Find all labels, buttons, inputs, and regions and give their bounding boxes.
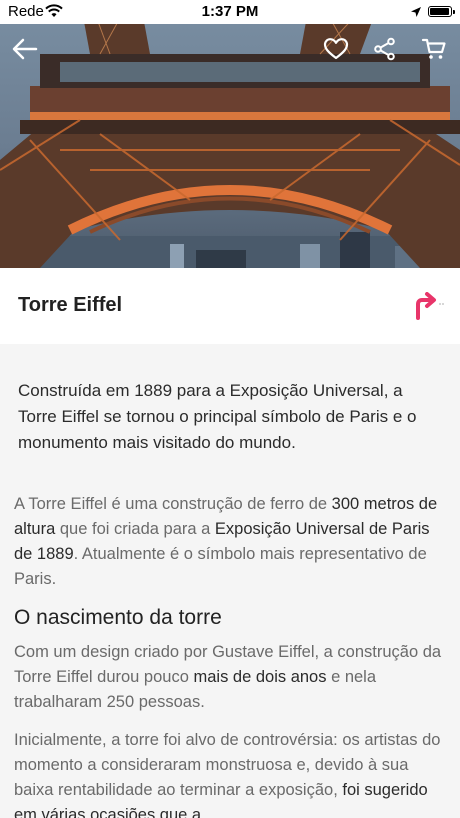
- intro-text: Construída em 1889 para a Exposição Univ…: [18, 381, 417, 452]
- directions-button[interactable]: [412, 292, 448, 320]
- heart-icon: [323, 38, 349, 60]
- clock: 1:37 PM: [201, 3, 259, 20]
- paragraph-1-text-3: . Atualmente é o símbolo mais representa…: [14, 545, 427, 588]
- share-icon: [374, 37, 395, 61]
- cart-button[interactable]: [419, 34, 449, 64]
- status-bar: Rede 1:37 PM: [0, 0, 460, 24]
- paragraph-1-text-1: A Torre Eiffel é uma construção de ferro…: [14, 495, 332, 513]
- favorite-button[interactable]: [321, 34, 351, 64]
- share-button[interactable]: [370, 34, 400, 64]
- paragraph-2: Com um design criado por Gustave Eiffel,…: [14, 640, 442, 715]
- paragraph-1: A Torre Eiffel é uma construção de ferro…: [14, 492, 442, 592]
- section-heading: O nascimento da torre: [14, 606, 222, 629]
- arrow-left-icon: [12, 38, 38, 60]
- back-button[interactable]: [10, 34, 40, 64]
- battery-level: [430, 8, 449, 15]
- content-area: Construída em 1889 para a Exposição Univ…: [0, 344, 460, 818]
- paragraph-1-text-2: que foi criada para a: [55, 520, 215, 538]
- paragraph-2-bold-1: mais de dois anos: [193, 668, 327, 686]
- cart-icon: [421, 38, 446, 59]
- turn-right-arrow-icon: [416, 292, 444, 320]
- location-arrow-icon: [410, 5, 422, 22]
- title-bar: Torre Eiffel: [0, 268, 460, 344]
- paragraph-3: Inicialmente, a torre foi alvo de contro…: [14, 728, 442, 818]
- page-title: Torre Eiffel: [18, 294, 123, 316]
- battery-icon: [428, 6, 455, 17]
